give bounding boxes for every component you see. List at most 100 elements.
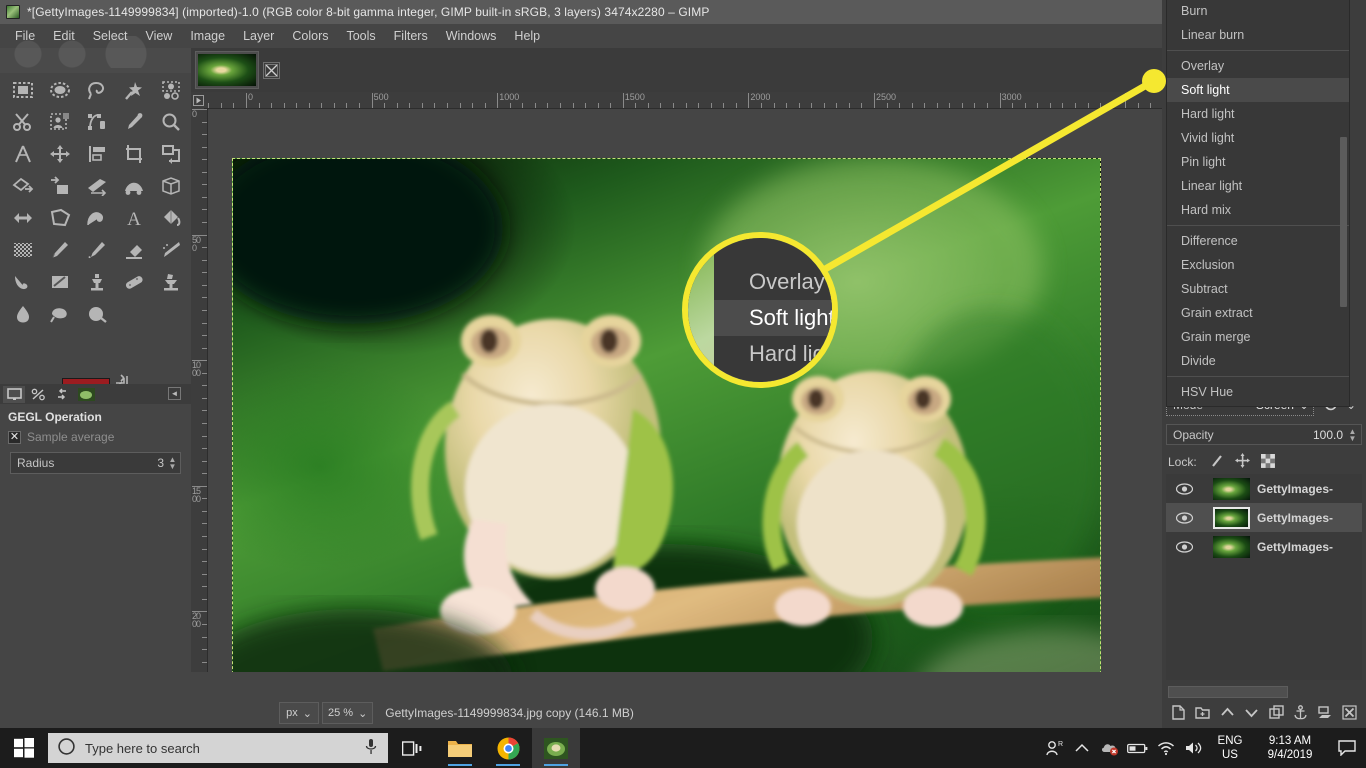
menu-image[interactable]: Image: [181, 26, 234, 46]
pencil-tool[interactable]: [41, 234, 78, 266]
foreground-select-tool[interactable]: [41, 106, 78, 138]
menu-item-grain-extract[interactable]: Grain extract: [1167, 301, 1349, 325]
volume-icon[interactable]: [1180, 728, 1208, 768]
merge-down-icon[interactable]: [1318, 705, 1333, 723]
rect-select-tool[interactable]: [4, 74, 41, 106]
text-tool[interactable]: A: [115, 202, 152, 234]
language-indicator[interactable]: ENG US: [1208, 734, 1252, 762]
menu-item-hard-light[interactable]: Hard light: [1167, 102, 1349, 126]
menu-item-hsv-hue[interactable]: HSV Hue: [1167, 380, 1349, 404]
ellipse-select-tool[interactable]: [41, 74, 78, 106]
menu-filters[interactable]: Filters: [385, 26, 437, 46]
menu-layer[interactable]: Layer: [234, 26, 283, 46]
perspective-clone-tool[interactable]: [152, 266, 189, 298]
paintbrush-tool[interactable]: [78, 234, 115, 266]
heal-tool[interactable]: [115, 266, 152, 298]
radius-stepper[interactable]: ▲ ▼: [167, 456, 178, 471]
new-layer-group-icon[interactable]: [1195, 705, 1210, 723]
menu-item-grain-merge[interactable]: Grain merge: [1167, 325, 1349, 349]
bucket-fill-tool[interactable]: [152, 202, 189, 234]
battery-icon[interactable]: [1124, 728, 1152, 768]
lower-layer-icon[interactable]: [1244, 705, 1259, 723]
alignment-tool[interactable]: [78, 138, 115, 170]
menu-item-exclusion[interactable]: Exclusion: [1167, 253, 1349, 277]
airbrush-tool[interactable]: [152, 234, 189, 266]
zoom-tool[interactable]: [152, 106, 189, 138]
lock-alpha-icon[interactable]: [1260, 453, 1275, 471]
color-picker-tool[interactable]: [115, 106, 152, 138]
cage-transform-tool[interactable]: [41, 202, 78, 234]
menu-tools[interactable]: Tools: [337, 26, 384, 46]
anchor-layer-icon[interactable]: [1293, 705, 1308, 723]
ruler-origin-button[interactable]: [191, 92, 205, 109]
menu-item-overlay[interactable]: Overlay: [1167, 54, 1349, 78]
menu-item-soft-light[interactable]: Soft light: [1167, 78, 1349, 102]
fuzzy-select-tool[interactable]: [115, 74, 152, 106]
menu-windows[interactable]: Windows: [437, 26, 506, 46]
unit-selector[interactable]: px ⌄: [279, 702, 319, 724]
table-row[interactable]: GettyImages-: [1166, 474, 1362, 503]
crop-tool[interactable]: [115, 138, 152, 170]
shear-tool[interactable]: [41, 170, 78, 202]
gradient-tool[interactable]: [4, 234, 41, 266]
search-input[interactable]: Type here to search: [48, 733, 388, 763]
document-tab[interactable]: [195, 51, 259, 89]
undo-history-tab[interactable]: [51, 386, 73, 403]
wifi-icon[interactable]: [1152, 728, 1180, 768]
delete-layer-icon[interactable]: [1342, 705, 1357, 723]
new-layer-icon[interactable]: [1171, 705, 1186, 723]
menu-colors[interactable]: Colors: [283, 26, 337, 46]
images-tab[interactable]: [75, 386, 97, 403]
move-tool[interactable]: [41, 138, 78, 170]
people-icon[interactable]: R: [1040, 728, 1068, 768]
clock[interactable]: 9:13 AM 9/4/2019: [1252, 734, 1328, 762]
canvas-viewport[interactable]: [208, 109, 1149, 672]
duplicate-layer-icon[interactable]: [1269, 705, 1284, 723]
menu-item-hard-mix[interactable]: Hard mix: [1167, 198, 1349, 222]
gimp-icon[interactable]: [532, 728, 580, 768]
opacity-stepper[interactable]: ▲ ▼: [1347, 427, 1358, 442]
device-status-tab[interactable]: [27, 386, 49, 403]
ink-tool[interactable]: [4, 266, 41, 298]
handle-transform-tool[interactable]: [152, 170, 189, 202]
file-explorer-icon[interactable]: [436, 728, 484, 768]
menu-item-linear-burn[interactable]: Linear burn: [1167, 23, 1349, 47]
menu-scrollbar[interactable]: [1340, 137, 1347, 307]
blend-mode-menu[interactable]: Burn Linear burn Overlay Soft light Hard…: [1166, 0, 1350, 407]
layer-list[interactable]: GettyImages- GettyImages- GettyImages-: [1166, 474, 1362, 680]
menu-item-burn[interactable]: Burn: [1167, 0, 1349, 23]
menu-item-linear-light[interactable]: Linear light: [1167, 174, 1349, 198]
eye-icon[interactable]: [1174, 511, 1194, 524]
eye-icon[interactable]: [1174, 540, 1194, 553]
dock-menu-icon[interactable]: ◄: [168, 387, 181, 400]
menu-item-vivid-light[interactable]: Vivid light: [1167, 126, 1349, 150]
clone-tool[interactable]: [78, 266, 115, 298]
rotate-tool[interactable]: [152, 138, 189, 170]
menu-item-pin-light[interactable]: Pin light: [1167, 150, 1349, 174]
mypaint-brush-tool[interactable]: [41, 266, 78, 298]
menu-help[interactable]: Help: [505, 26, 549, 46]
chrome-icon[interactable]: [484, 728, 532, 768]
table-row[interactable]: GettyImages-: [1166, 532, 1362, 561]
scale-tool[interactable]: [4, 170, 41, 202]
opacity-slider[interactable]: Opacity 100.0 ▲ ▼: [1166, 424, 1362, 445]
lock-pixels-icon[interactable]: [1210, 454, 1224, 471]
smudge-tool[interactable]: [41, 298, 78, 330]
tool-options-tab[interactable]: [3, 385, 25, 403]
select-by-color-tool[interactable]: [152, 74, 189, 106]
menu-item-divide[interactable]: Divide: [1167, 349, 1349, 373]
measure-tool[interactable]: [4, 138, 41, 170]
unified-transform-tool[interactable]: [115, 170, 152, 202]
menu-item-difference[interactable]: Difference: [1167, 229, 1349, 253]
eraser-tool[interactable]: [115, 234, 152, 266]
show-hidden-icons-chevron[interactable]: [1068, 728, 1096, 768]
flip-tool[interactable]: [4, 202, 41, 234]
dodge-burn-tool[interactable]: [78, 298, 115, 330]
microphone-icon[interactable]: [364, 738, 378, 758]
eye-icon[interactable]: [1174, 482, 1194, 495]
layer-list-horizontal-scrollbar[interactable]: [1168, 686, 1288, 698]
sample-average-row[interactable]: ✕ Sample average: [8, 430, 185, 444]
horizontal-ruler[interactable]: 0 500 1000 1500 2000 2500 3000: [204, 92, 1162, 109]
lock-position-icon[interactable]: [1234, 453, 1250, 471]
scissors-select-tool[interactable]: [4, 106, 41, 138]
